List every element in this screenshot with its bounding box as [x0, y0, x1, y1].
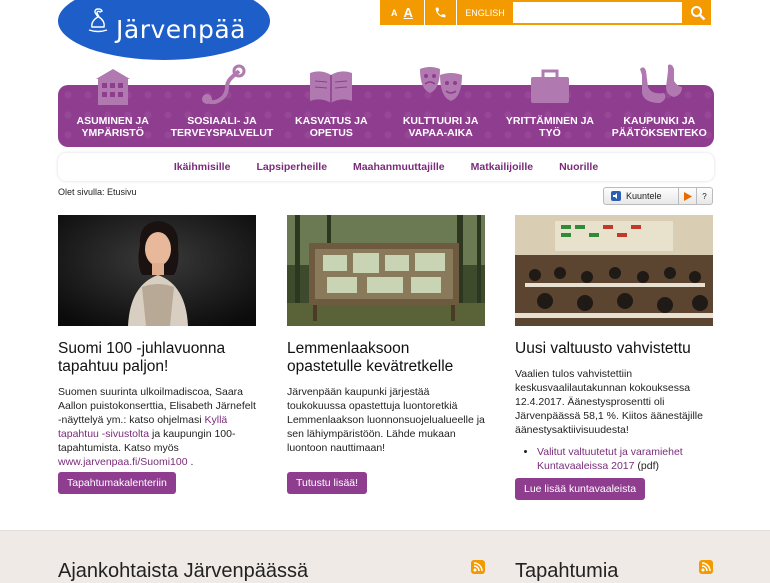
swans-icon: [640, 64, 683, 103]
search-button[interactable]: [684, 0, 711, 25]
nav-label-line2: vapaa-aika: [408, 127, 473, 139]
stethoscope-icon: [201, 64, 246, 104]
listen-label[interactable]: Kuuntele: [626, 191, 678, 201]
top-bar: A A ENGLISH: [380, 0, 711, 25]
subnav-nuorille[interactable]: Nuorille: [559, 161, 598, 173]
english-link[interactable]: ENGLISH: [457, 0, 513, 25]
news-column-lemmenlaakso: Lemmenlaaksoon opastetulle kevätretkelle…: [287, 215, 485, 455]
council-meeting-photo[interactable]: [515, 215, 713, 326]
news-text-part: .: [187, 456, 194, 468]
news-link-list: Valitut valtuutetut ja varamiehet Kuntav…: [537, 445, 713, 473]
book-icon: [310, 71, 353, 103]
nav-label-line2: työ: [539, 127, 561, 139]
play-icon: [684, 191, 692, 201]
news-column-valtuusto: Uusi valtuusto vahvistettu Vaalien tulos…: [515, 215, 713, 473]
nav-label-line2: terveyspalvelut: [170, 127, 274, 139]
search-input[interactable]: [513, 0, 684, 25]
main-nav: Asuminen ja ympäristö Sosiaali- ja terve…: [58, 64, 714, 147]
nav-label-line2: opetus: [309, 127, 353, 139]
nav-label-line1: Kulttuuri ja: [402, 115, 479, 127]
subnav-ikaihmisille[interactable]: Ikäihmisille: [174, 161, 231, 173]
sub-nav: Ikäihmisille Lapsiperheille Maahanmuutta…: [58, 153, 714, 181]
news-column-suomi100: Suomi 100 -juhlavuonna tapahtuu paljon! …: [58, 215, 256, 469]
phone-icon: [435, 7, 446, 18]
rss-icon: [701, 562, 711, 572]
news-text: Järvenpään kaupunki järjestää toukokuuss…: [287, 386, 485, 454]
news-title: Uusi valtuusto vahvistettu: [515, 340, 691, 357]
briefcase-icon: [530, 69, 569, 103]
news-text: Suomen suurinta ulkoilmadiscoa, Saara Aa…: [58, 385, 256, 469]
subnav-matkailijoille[interactable]: Matkailijoille: [471, 161, 533, 173]
swan-logo-icon: [88, 8, 108, 33]
elected-councillors-pdf-link[interactable]: Valitut valtuutetut ja varamiehet Kuntav…: [537, 446, 683, 472]
rss-feed-button[interactable]: [699, 560, 713, 574]
font-smaller-button[interactable]: A: [391, 8, 398, 18]
help-button[interactable]: ?: [696, 188, 712, 204]
nav-item-kasvatus[interactable]: Kasvatus ja opetus: [277, 71, 386, 147]
readspeaker-widget[interactable]: Kuuntele ?: [603, 187, 713, 205]
events-heading: Tapahtumia: [515, 560, 619, 582]
phone-button[interactable]: [425, 0, 457, 25]
suomi100-link[interactable]: www.jarvenpaa.fi/Suomi100: [58, 456, 188, 468]
logo-text: Järvenpää: [116, 14, 247, 44]
house-icon: [95, 69, 130, 105]
subnav-lapsiperheille[interactable]: Lapsiperheille: [256, 161, 327, 173]
subnav-maahanmuuttajille[interactable]: Maahanmuuttajille: [353, 161, 445, 173]
nav-item-sosiaali[interactable]: Sosiaali- ja terveyspalvelut: [167, 64, 276, 147]
current-news-heading: Ajankohtaista Järvenpäässä: [58, 560, 309, 582]
page: Järvenpää A A ENGLISH Asuminen ja ympäri…: [0, 0, 770, 583]
pdf-label: (pdf): [634, 460, 660, 472]
nav-item-yrittaminen[interactable]: Yrittäminen ja työ: [495, 69, 604, 147]
search-icon: [690, 5, 705, 20]
nav-label-line1: Sosiaali- ja: [187, 115, 257, 127]
events-calendar-button[interactable]: Tapahtumakalenteriin: [58, 472, 176, 494]
learn-more-button[interactable]: Tutustu lisää!: [287, 472, 368, 494]
nav-label-line1: Kaupunki ja: [623, 115, 696, 127]
play-button[interactable]: [678, 188, 696, 204]
news-title: Lemmenlaaksoon opastetulle kevätretkelle: [287, 340, 454, 375]
nav-label-line1: Asuminen ja: [76, 115, 149, 127]
news-title: Suomi 100 -juhlavuonna tapahtuu paljon!: [58, 340, 226, 375]
nature-trail-photo[interactable]: [287, 215, 485, 326]
nav-item-kulttuuri[interactable]: Kulttuuri ja vapaa-aika: [386, 67, 495, 147]
singer-photo[interactable]: [58, 215, 256, 326]
rss-feed-button[interactable]: [471, 560, 485, 574]
nav-item-asuminen[interactable]: Asuminen ja ympäristö: [58, 69, 167, 147]
breadcrumb: Olet sivulla: Etusivu: [58, 187, 137, 197]
nav-label-line1: Kasvatus ja: [295, 115, 368, 127]
theater-masks-icon: [419, 67, 462, 101]
font-larger-button[interactable]: A: [404, 5, 413, 20]
nav-item-kaupunki[interactable]: Kaupunki ja päätöksenteko: [605, 64, 714, 147]
news-text: Vaalien tulos vahvistettiin keskusvaalil…: [515, 368, 703, 436]
speaker-icon: [611, 191, 621, 201]
municipal-elections-button[interactable]: Lue lisää kuntavaaleista: [515, 478, 646, 500]
list-item: Valitut valtuutetut ja varamiehet Kuntav…: [537, 445, 713, 473]
font-size-control: A A: [380, 0, 425, 25]
nav-label-line2: ympäristö: [81, 127, 144, 139]
nav-label-line1: Yrittäminen ja: [505, 115, 595, 127]
nav-label-line2: päätöksenteko: [611, 127, 707, 139]
rss-icon: [473, 562, 483, 572]
